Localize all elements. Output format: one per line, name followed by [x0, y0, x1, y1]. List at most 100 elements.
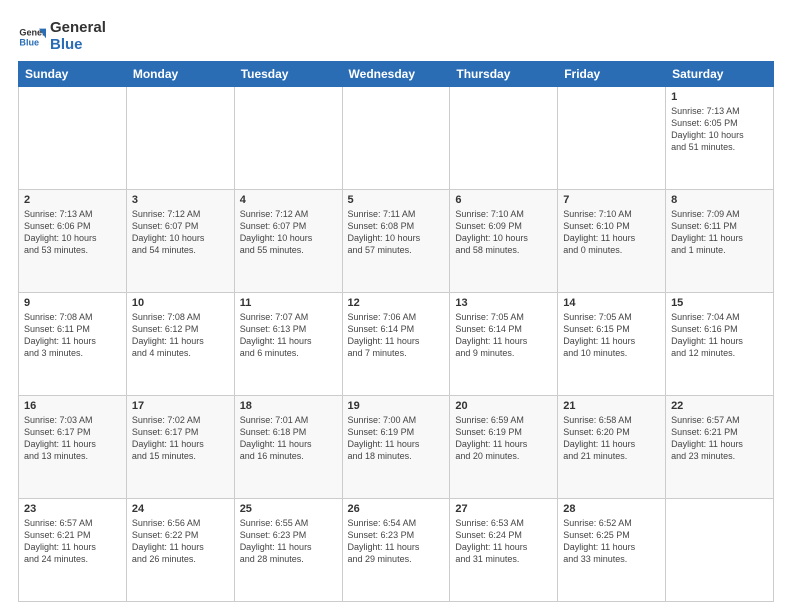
- day-info: Sunrise: 7:13 AM Sunset: 6:05 PM Dayligh…: [671, 105, 768, 154]
- day-number: 10: [132, 297, 229, 309]
- weekday-header-row: SundayMondayTuesdayWednesdayThursdayFrid…: [19, 62, 774, 87]
- calendar-cell: 19 Sunrise: 7:00 AM Sunset: 6:19 PM Dayli…: [342, 396, 450, 499]
- calendar-cell: 26 Sunrise: 6:54 AM Sunset: 6:23 PM Dayli…: [342, 499, 450, 602]
- day-info: Sunrise: 6:53 AM Sunset: 6:24 PM Dayligh…: [455, 517, 552, 566]
- day-info: Sunrise: 7:13 AM Sunset: 6:06 PM Dayligh…: [24, 208, 121, 257]
- calendar-cell: 6 Sunrise: 7:10 AM Sunset: 6:09 PM Daylig…: [450, 190, 558, 293]
- day-number: 19: [348, 400, 445, 412]
- calendar-cell: [450, 87, 558, 190]
- calendar-cell: 22 Sunrise: 6:57 AM Sunset: 6:21 PM Dayli…: [666, 396, 774, 499]
- day-info: Sunrise: 7:06 AM Sunset: 6:14 PM Dayligh…: [348, 311, 445, 360]
- day-number: 18: [240, 400, 337, 412]
- calendar-cell: [666, 499, 774, 602]
- day-number: 27: [455, 503, 552, 515]
- day-number: 17: [132, 400, 229, 412]
- day-info: Sunrise: 6:57 AM Sunset: 6:21 PM Dayligh…: [671, 414, 768, 463]
- day-info: Sunrise: 7:05 AM Sunset: 6:15 PM Dayligh…: [563, 311, 660, 360]
- calendar-cell: 10Sunrise: 7:08 AM Sunset: 6:12 PM Dayli…: [126, 293, 234, 396]
- logo-icon: General Blue: [18, 23, 46, 51]
- weekday-header-saturday: Saturday: [666, 62, 774, 87]
- day-info: Sunrise: 7:09 AM Sunset: 6:11 PM Dayligh…: [671, 208, 768, 257]
- weekday-header-friday: Friday: [558, 62, 666, 87]
- day-number: 14: [563, 297, 660, 309]
- calendar-cell: 11 Sunrise: 7:07 AM Sunset: 6:13 PM Dayli…: [234, 293, 342, 396]
- calendar-cell: 9Sunrise: 7:08 AM Sunset: 6:11 PM Daylig…: [19, 293, 127, 396]
- calendar-cell: 21 Sunrise: 6:58 AM Sunset: 6:20 PM Dayli…: [558, 396, 666, 499]
- day-info: Sunrise: 6:55 AM Sunset: 6:23 PM Dayligh…: [240, 517, 337, 566]
- weekday-header-sunday: Sunday: [19, 62, 127, 87]
- day-info: Sunrise: 7:03 AM Sunset: 6:17 PM Dayligh…: [24, 414, 121, 463]
- week-row-2: 9Sunrise: 7:08 AM Sunset: 6:11 PM Daylig…: [19, 293, 774, 396]
- calendar-cell: [558, 87, 666, 190]
- calendar-cell: 4 Sunrise: 7:12 AM Sunset: 6:07 PM Daylig…: [234, 190, 342, 293]
- calendar-cell: 2 Sunrise: 7:13 AM Sunset: 6:06 PM Daylig…: [19, 190, 127, 293]
- day-number: 8: [671, 194, 768, 206]
- svg-text:Blue: Blue: [19, 37, 39, 47]
- day-number: 21: [563, 400, 660, 412]
- calendar-cell: 25 Sunrise: 6:55 AM Sunset: 6:23 PM Dayli…: [234, 499, 342, 602]
- calendar-cell: 15Sunrise: 7:04 AM Sunset: 6:16 PM Dayli…: [666, 293, 774, 396]
- calendar-cell: 20 Sunrise: 6:59 AM Sunset: 6:19 PM Dayli…: [450, 396, 558, 499]
- weekday-header-tuesday: Tuesday: [234, 62, 342, 87]
- calendar-cell: 16 Sunrise: 7:03 AM Sunset: 6:17 PM Dayli…: [19, 396, 127, 499]
- week-row-0: 1 Sunrise: 7:13 AM Sunset: 6:05 PM Daylig…: [19, 87, 774, 190]
- day-number: 2: [24, 194, 121, 206]
- day-number: 26: [348, 503, 445, 515]
- day-info: Sunrise: 6:54 AM Sunset: 6:23 PM Dayligh…: [348, 517, 445, 566]
- weekday-header-thursday: Thursday: [450, 62, 558, 87]
- calendar-cell: 13Sunrise: 7:05 AM Sunset: 6:14 PM Dayli…: [450, 293, 558, 396]
- day-number: 7: [563, 194, 660, 206]
- day-info: Sunrise: 7:12 AM Sunset: 6:07 PM Dayligh…: [240, 208, 337, 257]
- calendar-cell: [342, 87, 450, 190]
- calendar-cell: [19, 87, 127, 190]
- day-info: Sunrise: 7:02 AM Sunset: 6:17 PM Dayligh…: [132, 414, 229, 463]
- logo-blue: Blue: [50, 37, 106, 54]
- calendar-cell: [234, 87, 342, 190]
- calendar-cell: 27 Sunrise: 6:53 AM Sunset: 6:24 PM Dayli…: [450, 499, 558, 602]
- weekday-header-monday: Monday: [126, 62, 234, 87]
- calendar-cell: 14 Sunrise: 7:05 AM Sunset: 6:15 PM Dayli…: [558, 293, 666, 396]
- calendar-cell: 8 Sunrise: 7:09 AM Sunset: 6:11 PM Daylig…: [666, 190, 774, 293]
- day-number: 4: [240, 194, 337, 206]
- day-number: 3: [132, 194, 229, 206]
- day-info: Sunrise: 7:07 AM Sunset: 6:13 PM Dayligh…: [240, 311, 337, 360]
- day-info: Sunrise: 6:52 AM Sunset: 6:25 PM Dayligh…: [563, 517, 660, 566]
- weekday-header-wednesday: Wednesday: [342, 62, 450, 87]
- calendar-cell: 23Sunrise: 6:57 AM Sunset: 6:21 PM Dayli…: [19, 499, 127, 602]
- calendar-cell: 3 Sunrise: 7:12 AM Sunset: 6:07 PM Daylig…: [126, 190, 234, 293]
- calendar-cell: 28 Sunrise: 6:52 AM Sunset: 6:25 PM Dayli…: [558, 499, 666, 602]
- day-number: 28: [563, 503, 660, 515]
- day-info: Sunrise: 6:58 AM Sunset: 6:20 PM Dayligh…: [563, 414, 660, 463]
- day-info: Sunrise: 7:05 AM Sunset: 6:14 PM Dayligh…: [455, 311, 552, 360]
- logo: General Blue General Blue: [18, 20, 106, 53]
- day-info: Sunrise: 6:57 AM Sunset: 6:21 PM Dayligh…: [24, 517, 121, 566]
- day-number: 24: [132, 503, 229, 515]
- day-info: Sunrise: 7:08 AM Sunset: 6:11 PM Dayligh…: [24, 311, 121, 360]
- calendar-cell: 24Sunrise: 6:56 AM Sunset: 6:22 PM Dayli…: [126, 499, 234, 602]
- day-number: 16: [24, 400, 121, 412]
- day-number: 11: [240, 297, 337, 309]
- day-number: 22: [671, 400, 768, 412]
- day-number: 5: [348, 194, 445, 206]
- day-number: 1: [671, 91, 768, 103]
- week-row-1: 2 Sunrise: 7:13 AM Sunset: 6:06 PM Daylig…: [19, 190, 774, 293]
- day-info: Sunrise: 7:00 AM Sunset: 6:19 PM Dayligh…: [348, 414, 445, 463]
- day-info: Sunrise: 6:59 AM Sunset: 6:19 PM Dayligh…: [455, 414, 552, 463]
- header: General Blue General Blue: [18, 16, 774, 53]
- page: General Blue General Blue SundayMondayTu…: [0, 0, 792, 612]
- day-number: 20: [455, 400, 552, 412]
- calendar-cell: 7Sunrise: 7:10 AM Sunset: 6:10 PM Daylig…: [558, 190, 666, 293]
- day-info: Sunrise: 7:01 AM Sunset: 6:18 PM Dayligh…: [240, 414, 337, 463]
- logo-general: General: [50, 20, 106, 37]
- day-info: Sunrise: 7:10 AM Sunset: 6:09 PM Dayligh…: [455, 208, 552, 257]
- day-number: 25: [240, 503, 337, 515]
- calendar-cell: 12 Sunrise: 7:06 AM Sunset: 6:14 PM Dayli…: [342, 293, 450, 396]
- day-info: Sunrise: 7:12 AM Sunset: 6:07 PM Dayligh…: [132, 208, 229, 257]
- calendar-table: SundayMondayTuesdayWednesdayThursdayFrid…: [18, 61, 774, 602]
- day-number: 6: [455, 194, 552, 206]
- calendar-cell: [126, 87, 234, 190]
- day-number: 12: [348, 297, 445, 309]
- calendar-cell: 5 Sunrise: 7:11 AM Sunset: 6:08 PM Daylig…: [342, 190, 450, 293]
- day-info: Sunrise: 7:11 AM Sunset: 6:08 PM Dayligh…: [348, 208, 445, 257]
- day-info: Sunrise: 7:04 AM Sunset: 6:16 PM Dayligh…: [671, 311, 768, 360]
